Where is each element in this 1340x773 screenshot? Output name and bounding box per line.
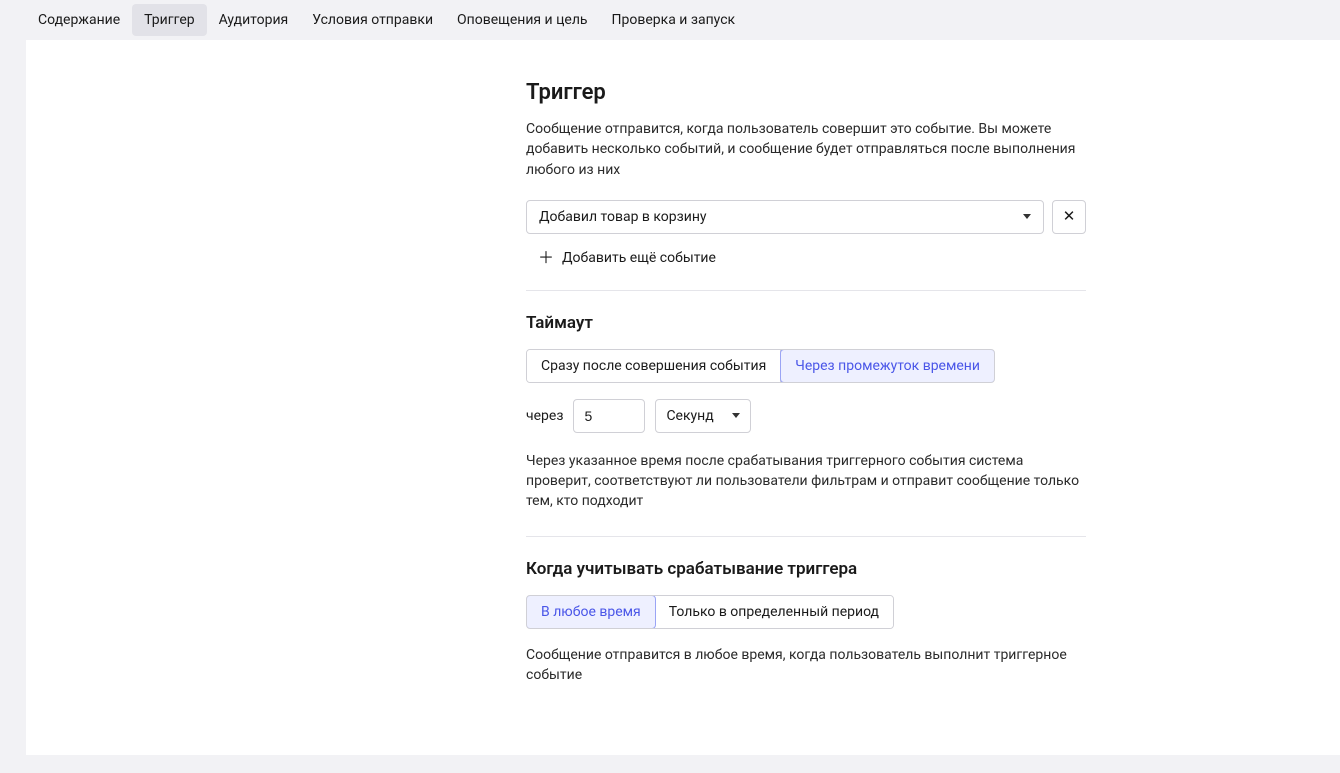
trigger-title: Триггер <box>526 80 1086 105</box>
content: Триггер Сообщение отправится, когда поль… <box>526 80 1086 685</box>
chevron-down-icon <box>1023 214 1031 219</box>
tab-conditions[interactable]: Условия отправки <box>300 4 445 36</box>
event-select-row: Добавил товар в корзину ✕ <box>526 200 1086 234</box>
when-help: Сообщение отправится в любое время, когд… <box>526 645 1086 686</box>
tab-content[interactable]: Содержание <box>26 4 132 36</box>
when-title: Когда учитывать срабатывание триггера <box>526 559 1086 579</box>
event-select[interactable]: Добавил товар в корзину <box>526 200 1044 234</box>
chevron-down-icon <box>732 413 740 418</box>
timeout-unit-select[interactable]: Секунд <box>655 399 751 433</box>
page-body: Триггер Сообщение отправится, когда поль… <box>26 40 1340 755</box>
when-option-any[interactable]: В любое время <box>526 595 656 629</box>
trigger-description: Сообщение отправится, когда пользователь… <box>526 119 1086 180</box>
remove-event-button[interactable]: ✕ <box>1052 200 1086 234</box>
timeout-after-label: через <box>526 408 563 424</box>
event-select-label: Добавил товар в корзину <box>539 209 707 225</box>
timeout-title: Таймаут <box>526 313 1086 333</box>
timeout-option-immediate[interactable]: Сразу после совершения события <box>527 350 781 382</box>
tab-alerts-goal[interactable]: Оповещения и цель <box>445 4 600 36</box>
tabs-bar: Содержание Триггер Аудитория Условия отп… <box>0 0 1340 40</box>
tab-review-launch[interactable]: Проверка и запуск <box>600 4 748 36</box>
timeout-segment-group: Сразу после совершения события Через про… <box>526 349 995 383</box>
timeout-help: Через указанное время после срабатывания… <box>526 451 1086 512</box>
add-event-button[interactable]: ＋ Добавить ещё событие <box>526 248 1086 290</box>
when-segment-group: В любое время Только в определенный пери… <box>526 595 894 629</box>
timeout-value-input[interactable] <box>573 399 645 433</box>
when-option-period[interactable]: Только в определенный период <box>655 596 893 628</box>
timeout-row: через Секунд <box>526 399 1086 433</box>
timeout-unit-label: Секунд <box>666 408 713 424</box>
add-event-label: Добавить ещё событие <box>562 250 716 266</box>
tab-trigger[interactable]: Триггер <box>132 4 206 36</box>
timeout-option-delay[interactable]: Через промежуток времени <box>780 349 995 383</box>
plus-icon: ＋ <box>538 250 554 266</box>
divider <box>526 536 1086 537</box>
close-icon: ✕ <box>1063 209 1076 224</box>
divider <box>526 290 1086 291</box>
tab-audience[interactable]: Аудитория <box>207 4 301 36</box>
